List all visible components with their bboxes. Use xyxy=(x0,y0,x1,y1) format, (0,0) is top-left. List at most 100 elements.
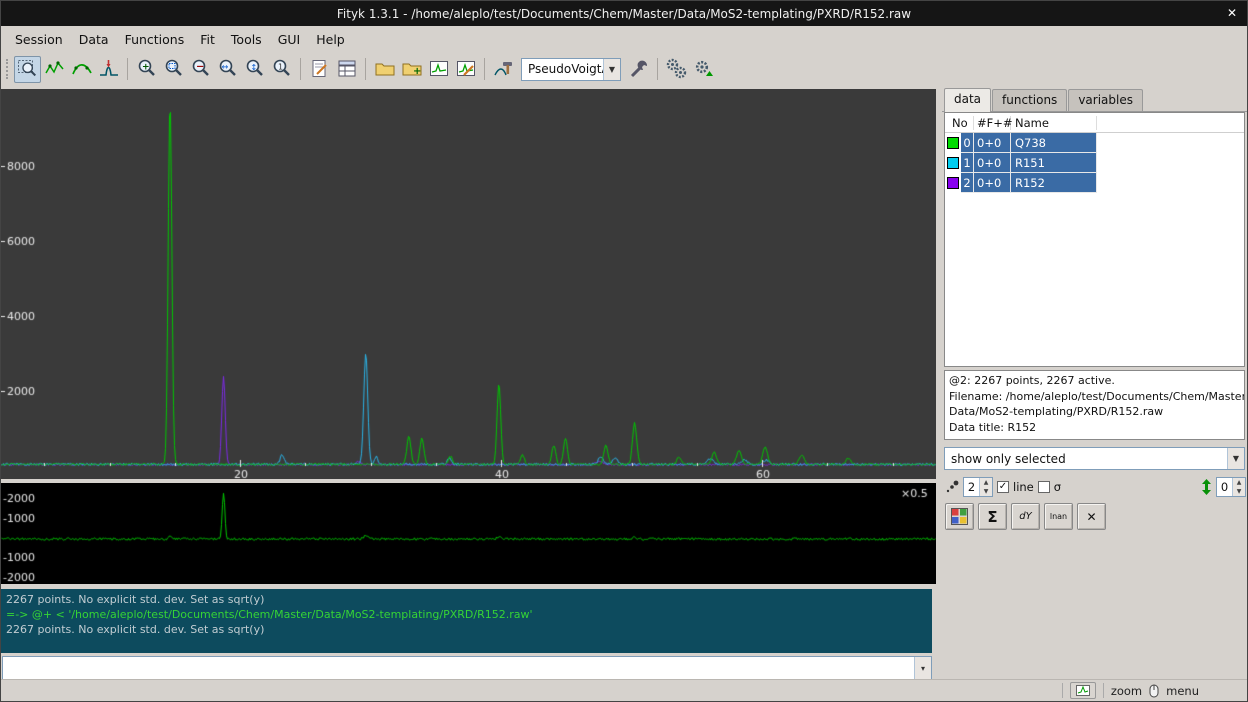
zoom-in-icon: + xyxy=(136,58,158,80)
spinner-arrows[interactable]: ▲▼ xyxy=(979,478,992,496)
colored-grid-icon xyxy=(951,508,968,525)
display-controls: 2 ▲▼ ✓ line σ 0 ▲▼ xyxy=(945,476,1246,498)
function-type-dropdown[interactable]: PseudoVoigtA ▼ xyxy=(521,58,621,81)
tab-functions[interactable]: functions xyxy=(992,89,1067,111)
mini-plot-icon xyxy=(1076,685,1090,696)
shift-spinner[interactable]: 0 ▲▼ xyxy=(1216,477,1246,497)
menu-help[interactable]: Help xyxy=(308,28,353,51)
command-input[interactable] xyxy=(3,657,914,680)
baseline-mode-button[interactable] xyxy=(68,56,95,83)
sigma-checkbox-label: σ xyxy=(1054,480,1061,494)
zoom-out-icon: − xyxy=(190,58,212,80)
info-line: Filename: /home/aleplo/test/Documents/Ch… xyxy=(949,389,1240,405)
spin-down-icon[interactable]: ▼ xyxy=(1233,487,1245,496)
console-command-line: =-> @+ < '/home/aleplo/test/Documents/Ch… xyxy=(6,607,927,622)
header-no: No xyxy=(945,116,974,130)
data-action-buttons: Σ dY lnan ✕ xyxy=(945,503,1106,530)
zoom-horizontal-button[interactable]: ↔ xyxy=(214,56,241,83)
sigma-checkbox[interactable] xyxy=(1038,481,1050,493)
aux-plot-canvas[interactable] xyxy=(1,483,936,584)
dataset-color-swatch[interactable] xyxy=(947,137,959,149)
menu-functions[interactable]: Functions xyxy=(117,28,193,51)
zoom-reset-button[interactable]: 1 xyxy=(268,56,295,83)
save-plot-button[interactable] xyxy=(425,56,452,83)
main-plot-canvas[interactable] xyxy=(1,89,936,479)
window-title: Fityk 1.3.1 - /home/aleplo/test/Document… xyxy=(337,7,911,21)
console-line: 2267 points. No explicit std. dev. Set a… xyxy=(6,622,927,637)
data-range-mode-button[interactable] xyxy=(41,56,68,83)
dropdown-arrow-icon[interactable]: ▼ xyxy=(1227,448,1244,469)
spin-down-icon[interactable]: ▼ xyxy=(980,487,992,496)
zoom-horizontal-icon: ↔ xyxy=(217,58,239,80)
data-table-editor-button[interactable] xyxy=(945,503,974,530)
status-config-button[interactable] xyxy=(1070,682,1096,699)
dropdown-arrow-icon[interactable]: ▼ xyxy=(603,59,620,80)
line-checkbox[interactable]: ✓ xyxy=(997,481,1009,493)
derivative-button[interactable]: dY xyxy=(1011,503,1040,530)
append-data-button[interactable]: + xyxy=(398,56,425,83)
point-size-spinner[interactable]: 2 ▲▼ xyxy=(963,477,993,497)
log-transform-button[interactable]: lnan xyxy=(1044,503,1073,530)
cell-f: 0+0 xyxy=(974,133,1011,153)
svg-text:+: + xyxy=(413,66,421,77)
zoom-in-button[interactable]: + xyxy=(133,56,160,83)
table-row[interactable]: 2 0+0 R152 xyxy=(945,173,1244,193)
zoom-box-button[interactable] xyxy=(160,56,187,83)
dataset-table[interactable]: No #F+# Name 0 0+0 Q738 1 0+0 R151 2 0+0… xyxy=(944,112,1245,367)
svg-text:+: + xyxy=(142,63,150,73)
open-data-button[interactable] xyxy=(371,56,398,83)
swatch-cell xyxy=(945,137,961,149)
add-peak-mode-button[interactable] xyxy=(95,56,122,83)
spin-up-icon[interactable]: ▲ xyxy=(1233,478,1245,487)
script-editor-icon xyxy=(309,58,331,80)
info-line: Data/MoS2-templating/PXRD/R152.raw xyxy=(949,404,1240,420)
point-size-icon xyxy=(945,480,959,494)
header-name: Name xyxy=(1011,116,1097,130)
command-input-combo[interactable]: ▾ xyxy=(2,656,932,681)
mouse-icon xyxy=(1149,684,1159,698)
data-table-button[interactable] xyxy=(333,56,360,83)
menu-session[interactable]: Session xyxy=(7,28,71,51)
zoom-vertical-button[interactable]: ↕ xyxy=(241,56,268,83)
swatch-cell xyxy=(945,157,961,169)
toolbar-handle[interactable] xyxy=(6,59,9,79)
mouse-left-hint: zoom xyxy=(1111,684,1142,698)
fit-undo-button[interactable] xyxy=(690,56,717,83)
tab-data[interactable]: data xyxy=(944,88,991,112)
toolbar-separator xyxy=(127,58,128,80)
auto-add-button[interactable] xyxy=(625,56,652,83)
menu-gui[interactable]: GUI xyxy=(270,28,309,51)
script-editor-button[interactable] xyxy=(306,56,333,83)
delete-dataset-button[interactable]: ✕ xyxy=(1077,503,1106,530)
spin-up-icon[interactable]: ▲ xyxy=(980,478,992,487)
data-range-icon xyxy=(44,58,66,80)
swatch-cell xyxy=(945,177,961,189)
tab-variables[interactable]: variables xyxy=(1068,89,1143,111)
fityk-window: Fityk 1.3.1 - /home/aleplo/test/Document… xyxy=(0,0,1248,702)
menu-data[interactable]: Data xyxy=(71,28,117,51)
menu-fit[interactable]: Fit xyxy=(192,28,223,51)
function-tool-button[interactable] xyxy=(490,56,517,83)
show-filter-dropdown[interactable]: show only selected ▼ xyxy=(944,447,1245,470)
menu-tools[interactable]: Tools xyxy=(223,28,270,51)
vertical-shift-icon xyxy=(1201,479,1212,495)
zoom-mode-button[interactable] xyxy=(14,56,41,83)
dataset-color-swatch[interactable] xyxy=(947,157,959,169)
edit-plot-button[interactable] xyxy=(452,56,479,83)
output-console[interactable]: 2267 points. No explicit std. dev. Set a… xyxy=(1,589,932,653)
table-row[interactable]: 1 0+0 R151 xyxy=(945,153,1244,173)
svg-text:−: − xyxy=(196,62,204,73)
table-row[interactable]: 0 0+0 Q738 xyxy=(945,133,1244,153)
svg-text:1: 1 xyxy=(278,63,283,72)
dataset-color-swatch[interactable] xyxy=(947,177,959,189)
gears-icon xyxy=(666,58,688,80)
input-history-arrow-icon[interactable]: ▾ xyxy=(914,657,931,680)
spinner-arrows[interactable]: ▲▼ xyxy=(1232,478,1245,496)
titlebar[interactable]: Fityk 1.3.1 - /home/aleplo/test/Document… xyxy=(1,1,1247,26)
fit-run-button[interactable] xyxy=(663,56,690,83)
sum-transform-button[interactable]: Σ xyxy=(978,503,1007,530)
close-icon[interactable]: ✕ xyxy=(1227,6,1237,20)
cell-name: R151 xyxy=(1011,153,1097,173)
zoom-out-button[interactable]: − xyxy=(187,56,214,83)
console-line: 2267 points. No explicit std. dev. Set a… xyxy=(6,592,927,607)
